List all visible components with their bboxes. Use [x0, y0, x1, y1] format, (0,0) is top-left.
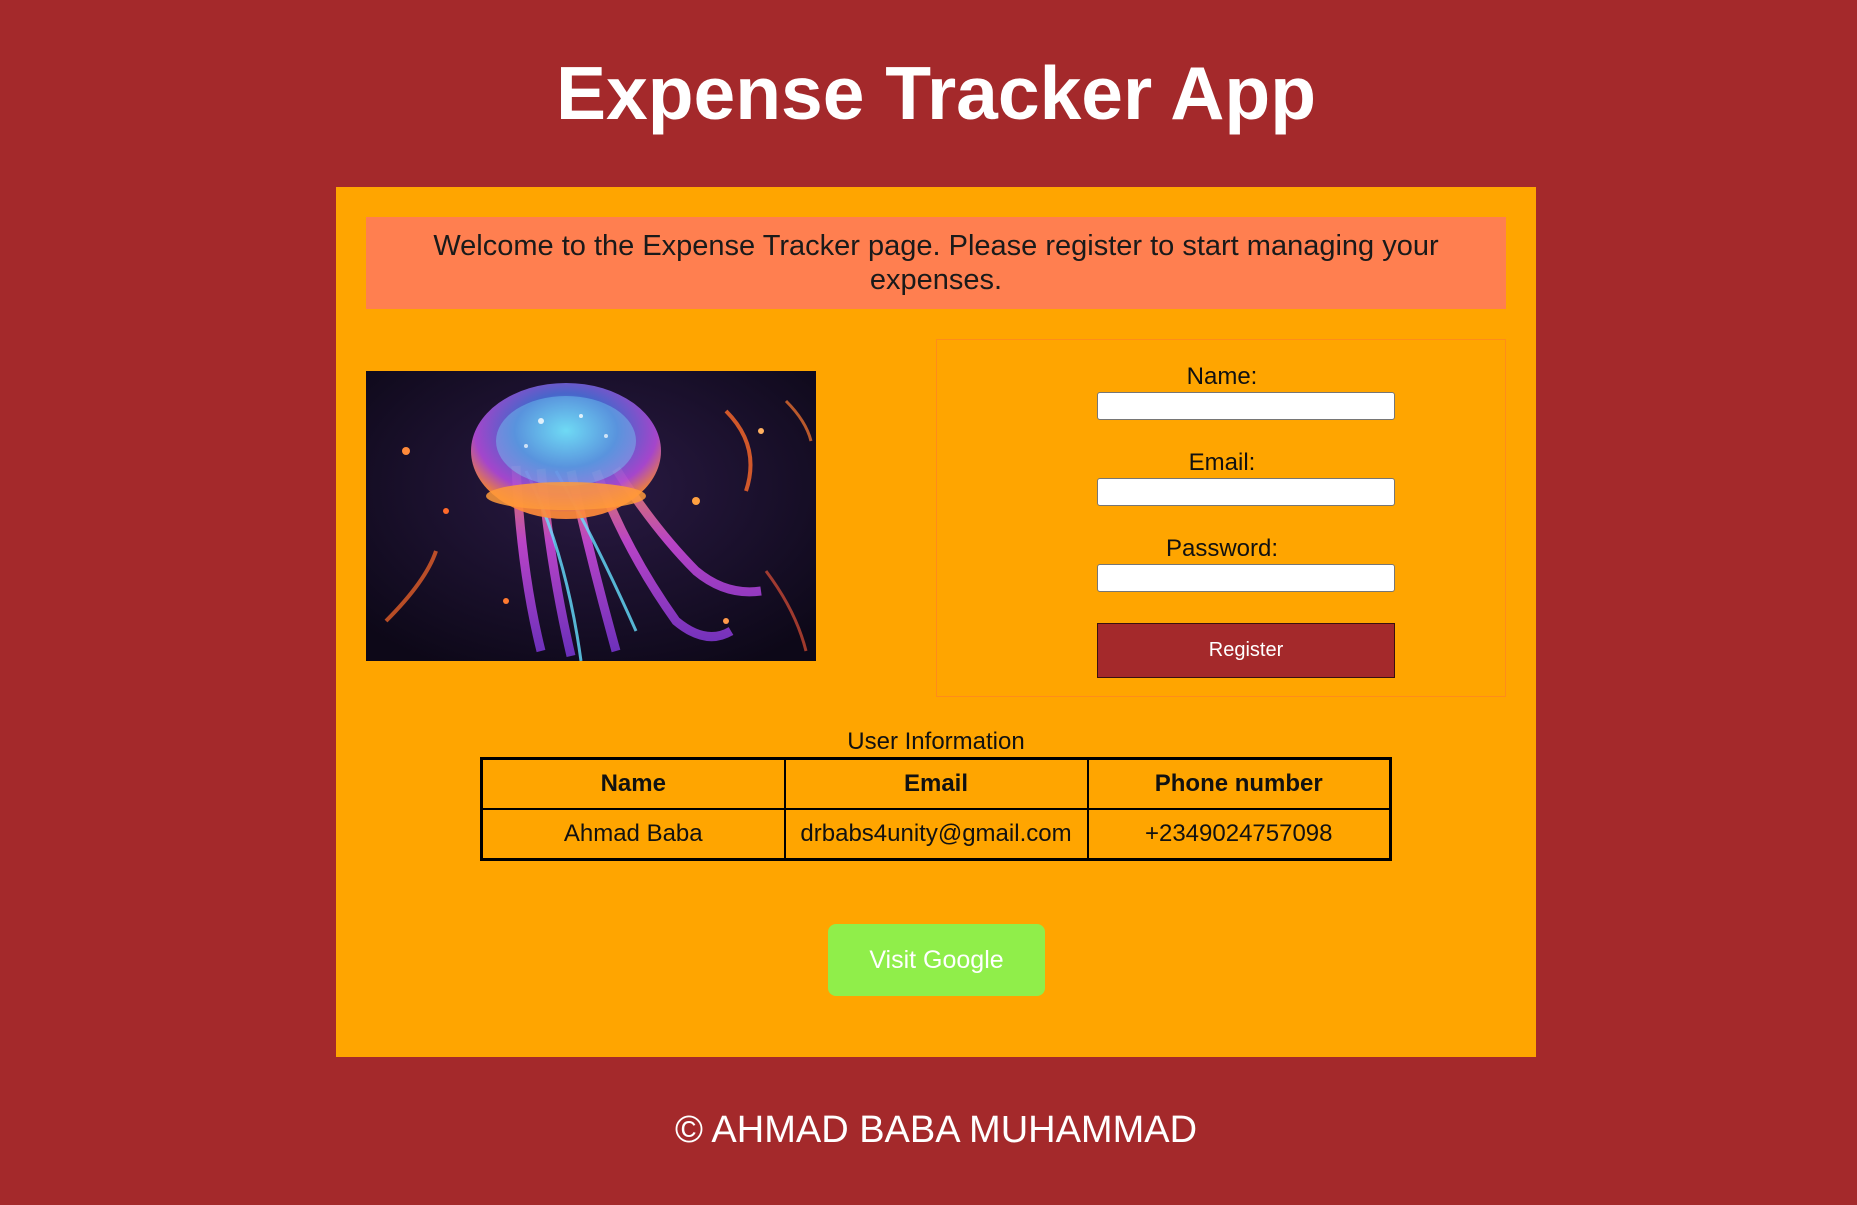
main-card: Welcome to the Expense Tracker page. Ple…	[336, 187, 1536, 1057]
table-caption: User Information	[847, 728, 1025, 755]
table-header-row: Name Email Phone number	[480, 757, 1392, 810]
header-phone: Phone number	[1086, 757, 1392, 810]
welcome-banner: Welcome to the Expense Tracker page. Ple…	[366, 217, 1506, 309]
cell-phone: +2349024757098	[1086, 808, 1392, 861]
email-label: Email:	[1188, 449, 1256, 476]
register-button[interactable]: Register	[1097, 623, 1395, 678]
email-input[interactable]	[1097, 478, 1395, 506]
page-title: Expense Tracker App	[555, 51, 1317, 135]
visit-google-button[interactable]: Visit Google	[828, 924, 1045, 996]
cell-name: Ahmad Baba	[480, 808, 786, 861]
table-row: Ahmad Baba drbabs4unity@gmail.com +23490…	[480, 808, 1392, 861]
name-label: Name:	[1186, 363, 1258, 390]
header-email: Email	[783, 757, 1089, 810]
name-input[interactable]	[1097, 392, 1395, 420]
password-input[interactable]	[1097, 564, 1395, 592]
user-info-table: Name Email Phone number Ahmad Baba drbab…	[480, 757, 1392, 861]
header-name: Name	[480, 757, 786, 810]
register-form: Name: Email: Password: Register	[936, 339, 1506, 697]
cell-email: drbabs4unity@gmail.com	[783, 808, 1089, 861]
jellyfish-image	[366, 371, 816, 661]
footer-copyright: © AHMAD BABA MUHAMMAD	[674, 1109, 1198, 1151]
password-label: Password:	[1165, 535, 1279, 562]
